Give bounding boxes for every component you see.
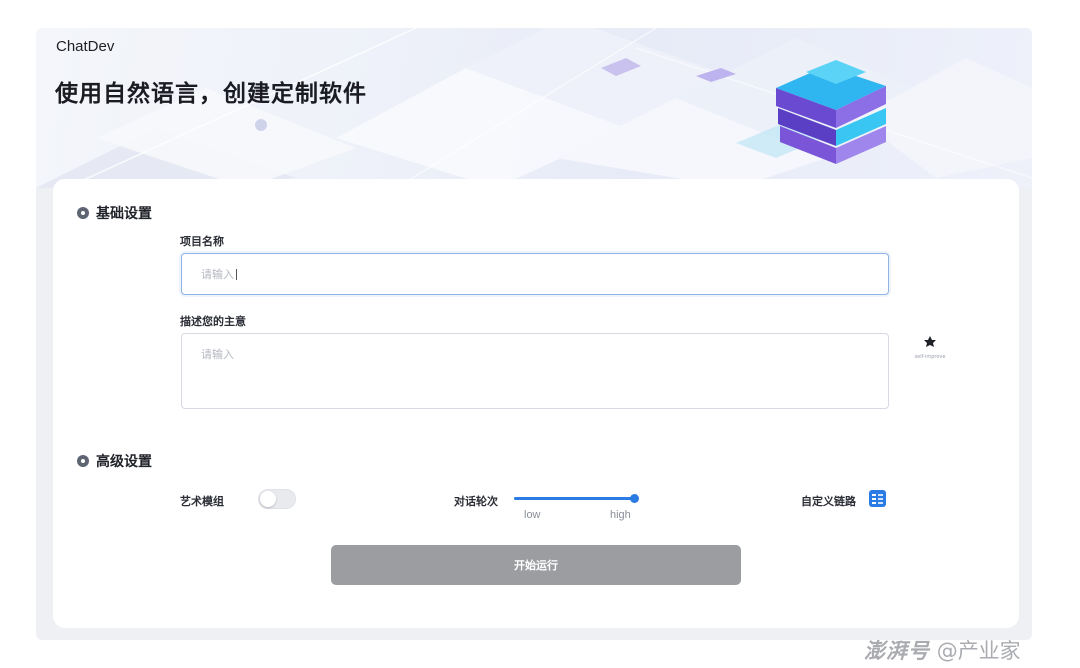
hero-illustration — [36, 28, 1032, 188]
basic-settings-header: 基础设置 — [77, 203, 152, 223]
art-mode-label: 艺术模组 — [180, 495, 224, 508]
basic-settings-title: 基础设置 — [96, 206, 152, 222]
dialog-rounds-label: 对话轮次 — [454, 495, 498, 508]
page-title: 使用自然语言，创建定制软件 — [55, 81, 367, 107]
art-mode-toggle[interactable] — [258, 489, 296, 509]
settings-card: 基础设置 项目名称 请输入 描述您的主意 请输入 self-improve 高级… — [53, 179, 1019, 628]
app-window: ChatDev 使用自然语言，创建定制软件 基础设置 项目名称 请输入 描述您的… — [36, 28, 1032, 640]
project-name-label: 项目名称 — [180, 235, 224, 248]
self-improve-button[interactable]: self-improve — [910, 334, 950, 360]
brand-name: ChatDev — [56, 38, 115, 55]
slider-fill — [514, 497, 634, 500]
run-button[interactable]: 开始运行 — [331, 545, 741, 585]
watermark: 澎湃号 @产业家 — [864, 635, 1021, 665]
description-label: 描述您的主意 — [180, 315, 246, 328]
slider-thumb[interactable] — [630, 494, 639, 503]
magic-wand-icon — [924, 336, 936, 347]
advanced-settings-header: 高级设置 — [77, 451, 152, 471]
project-name-input[interactable]: 请输入 — [181, 253, 889, 295]
toggle-knob — [260, 491, 276, 507]
advanced-settings-title: 高级设置 — [96, 454, 152, 470]
project-name-placeholder: 请输入 — [201, 268, 234, 281]
chain-config-icon — [872, 494, 883, 504]
custom-chain-button[interactable] — [869, 490, 886, 507]
custom-chain-label: 自定义链路 — [801, 495, 856, 508]
description-textarea[interactable]: 请输入 — [181, 333, 889, 409]
watermark-logo: 澎湃号 — [864, 639, 930, 663]
settings-dot-icon — [77, 455, 89, 467]
settings-dot-icon — [77, 207, 89, 219]
description-placeholder: 请输入 — [201, 348, 234, 361]
dialog-rounds-slider[interactable] — [514, 494, 639, 503]
slider-low-label: low — [524, 509, 541, 521]
slider-high-label: high — [610, 509, 631, 521]
watermark-text: @产业家 — [936, 639, 1021, 663]
text-cursor — [236, 269, 237, 280]
self-improve-label: self-improve — [914, 354, 946, 360]
hero-banner: ChatDev 使用自然语言，创建定制软件 — [36, 28, 1032, 188]
